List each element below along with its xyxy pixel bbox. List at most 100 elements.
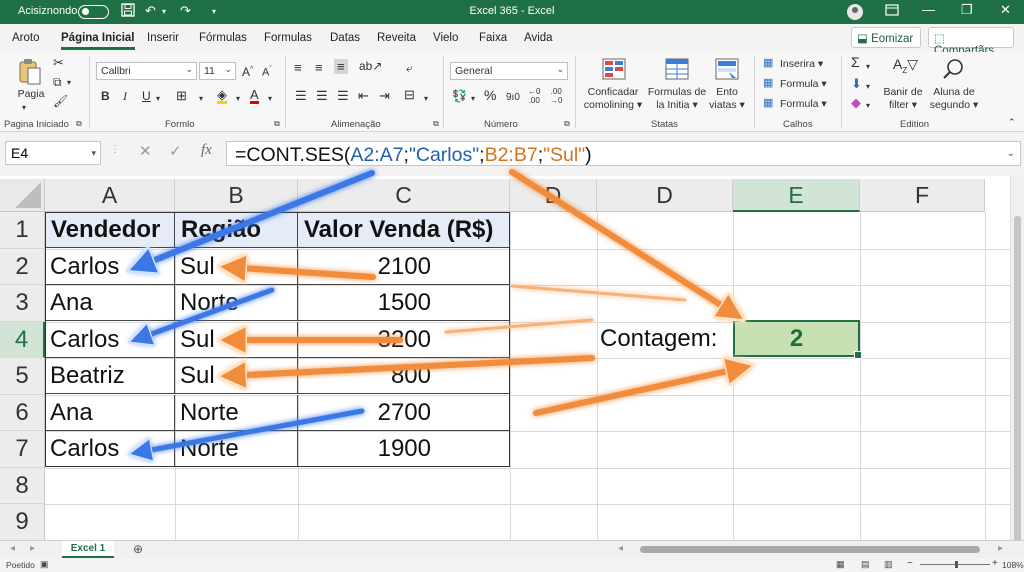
align-middle-icon[interactable]: ≡ [315,61,323,74]
number-format-dropdown[interactable]: General ⌄ [450,62,568,80]
column-header-d[interactable]: D [597,179,733,212]
insert-cells-icon[interactable]: ▦ [763,57,773,70]
normal-view-icon[interactable]: ▦ [836,559,845,570]
table-cell[interactable]: Norte [175,431,298,467]
formula-input[interactable]: =CONT.SES(A2:A7;"Carlos";B2:B7;"Sul") ⌄ [226,141,1021,166]
column-header-e[interactable]: E [733,179,860,212]
worksheet-grid[interactable]: ABCDDEF 123456789 Vendedor Região Valor Ve… [0,176,1024,572]
indent-increase-icon[interactable]: ⇥ [379,89,390,102]
insert-cells-button[interactable]: Inserira ▾ [780,58,823,71]
page-break-icon[interactable]: ▥ [884,559,893,570]
fill-color-icon[interactable]: ◈ [217,88,227,104]
row-header-9[interactable]: 9 [0,504,45,541]
tab-home[interactable]: Página Inicial [61,32,135,50]
font-color-dropdown-icon[interactable]: ▾ [268,92,272,105]
table-cell[interactable]: Ana [45,394,175,431]
font-color-icon[interactable]: A [250,88,259,104]
vertical-scrollbar[interactable] [1010,176,1024,572]
table-cell[interactable]: Sul [175,358,298,394]
sheet-tab-excel-1[interactable]: Excel 1 [62,541,114,558]
format-cells-icon[interactable]: ▦ [763,97,773,110]
horizontal-scrollbar[interactable] [640,546,980,553]
chevron-down-icon[interactable]: ⌄ [1007,148,1015,159]
column-header-a[interactable]: A [45,179,175,212]
table-cell[interactable]: 800 [298,358,510,394]
tab-help[interactable]: Avida [524,32,553,44]
table-cell[interactable]: Sul [175,248,298,285]
table-cell[interactable]: Norte [175,394,298,431]
fill-dropdown-icon[interactable]: ▾ [866,80,870,93]
table-header-cell[interactable]: Região [175,212,298,248]
table-cell[interactable]: 1500 [298,285,510,321]
table-cell[interactable]: 2700 [298,394,510,431]
cancel-icon[interactable]: ✕ [139,142,152,160]
italic-icon[interactable]: I [123,90,127,103]
tab-insert[interactable]: Inserir [147,32,179,44]
zoom-slider-thumb[interactable] [955,561,958,568]
increase-decimal-icon[interactable]: ←0.00 [528,87,540,105]
table-cell[interactable]: Beatriz [45,358,175,394]
avatar[interactable] [847,4,863,20]
delete-cells-icon[interactable]: ▦ [763,77,773,90]
comma-style-icon[interactable]: 9ı0 [506,91,520,104]
table-cell[interactable]: Carlos [45,431,175,467]
row-header-8[interactable]: 8 [0,467,45,504]
close-button[interactable]: ✕ [1000,2,1011,18]
fill-icon[interactable]: ⬇ [851,77,862,90]
number-launcher-icon[interactable]: ⧉ [564,119,570,129]
wrap-text-icon[interactable]: ⤶ [406,62,413,75]
table-cell[interactable]: Carlos [45,321,175,358]
font-size-dropdown[interactable]: 11 ⌄ [199,62,236,80]
tab-formulas-2[interactable]: Formulas [264,32,312,44]
tab-view[interactable]: Vielo [433,32,458,44]
row-header-2[interactable]: 2 [0,248,45,285]
select-all-button[interactable] [0,179,45,212]
align-top-icon[interactable]: ≡ [294,61,302,74]
tab-formulas[interactable]: Fórmulas [199,32,247,44]
zoom-in-icon[interactable]: + [992,558,998,569]
paste-icon[interactable] [18,58,42,89]
format-as-table-button[interactable]: Formulas de la Initia ▾ [645,86,709,112]
prev-sheet-icon[interactable]: ◂ [10,542,15,555]
autosum-icon[interactable]: Σ [851,55,860,69]
currency-dropdown-icon[interactable]: ▾ [471,92,475,105]
row-header-7[interactable]: 7 [0,431,45,468]
sort-filter-icon[interactable]: AZ▽ [893,57,918,77]
column-header-f[interactable]: F [860,179,985,212]
align-bottom-icon[interactable]: ≡ [334,59,348,74]
tab-strip[interactable]: Faixa [479,32,507,44]
collapse-ribbon-icon[interactable]: ⌃ [1008,116,1016,129]
column-header-d[interactable]: D [510,179,597,212]
row-header-4[interactable]: 4 [0,321,45,358]
borders-dropdown-icon[interactable]: ▾ [199,92,203,105]
clipboard-launcher-icon[interactable]: ⧉ [76,119,82,129]
column-header-c[interactable]: C [298,179,510,212]
clear-icon[interactable]: ◆ [851,96,861,109]
maximize-button[interactable]: ❐ [961,2,973,18]
sort-filter-button[interactable]: Banir de filter ▾ [876,86,930,112]
merge-cells-icon[interactable]: ⊟ [404,88,415,101]
paste-label[interactable]: Pagia [14,88,48,101]
delete-cells-button[interactable]: Formula ▾ [780,78,827,91]
align-left-icon[interactable]: ☰ [295,89,307,102]
orientation-icon[interactable]: ab↗ [359,60,382,73]
align-center-icon[interactable]: ☰ [316,89,328,102]
paste-dropdown-icon[interactable]: ▾ [22,101,26,114]
zoom-level[interactable]: 108% [1002,560,1024,570]
shrink-font-icon[interactable]: Aˇ [262,63,272,80]
align-right-icon[interactable]: ☰ [337,89,349,102]
indent-decrease-icon[interactable]: ⇤ [358,89,369,102]
insert-function-icon[interactable]: fx [201,142,212,159]
share-button[interactable]: ⬚ Compartãrs [928,27,1014,57]
conditional-formatting-button[interactable]: Conficadar comolining ▾ [580,86,646,112]
alignment-launcher-icon[interactable]: ⧉ [433,119,439,129]
row-header-5[interactable]: 5 [0,358,45,395]
percent-icon[interactable]: % [484,88,496,102]
grow-font-icon[interactable]: A^ [242,63,253,79]
table-cell[interactable]: Sul [175,321,298,358]
cut-icon[interactable]: ✂ [53,56,64,69]
table-cell[interactable]: 1900 [298,431,510,467]
table-cell[interactable]: 2100 [298,248,510,285]
selected-cell-e4[interactable]: 2 [733,320,862,359]
zoom-out-icon[interactable]: − [907,558,913,569]
